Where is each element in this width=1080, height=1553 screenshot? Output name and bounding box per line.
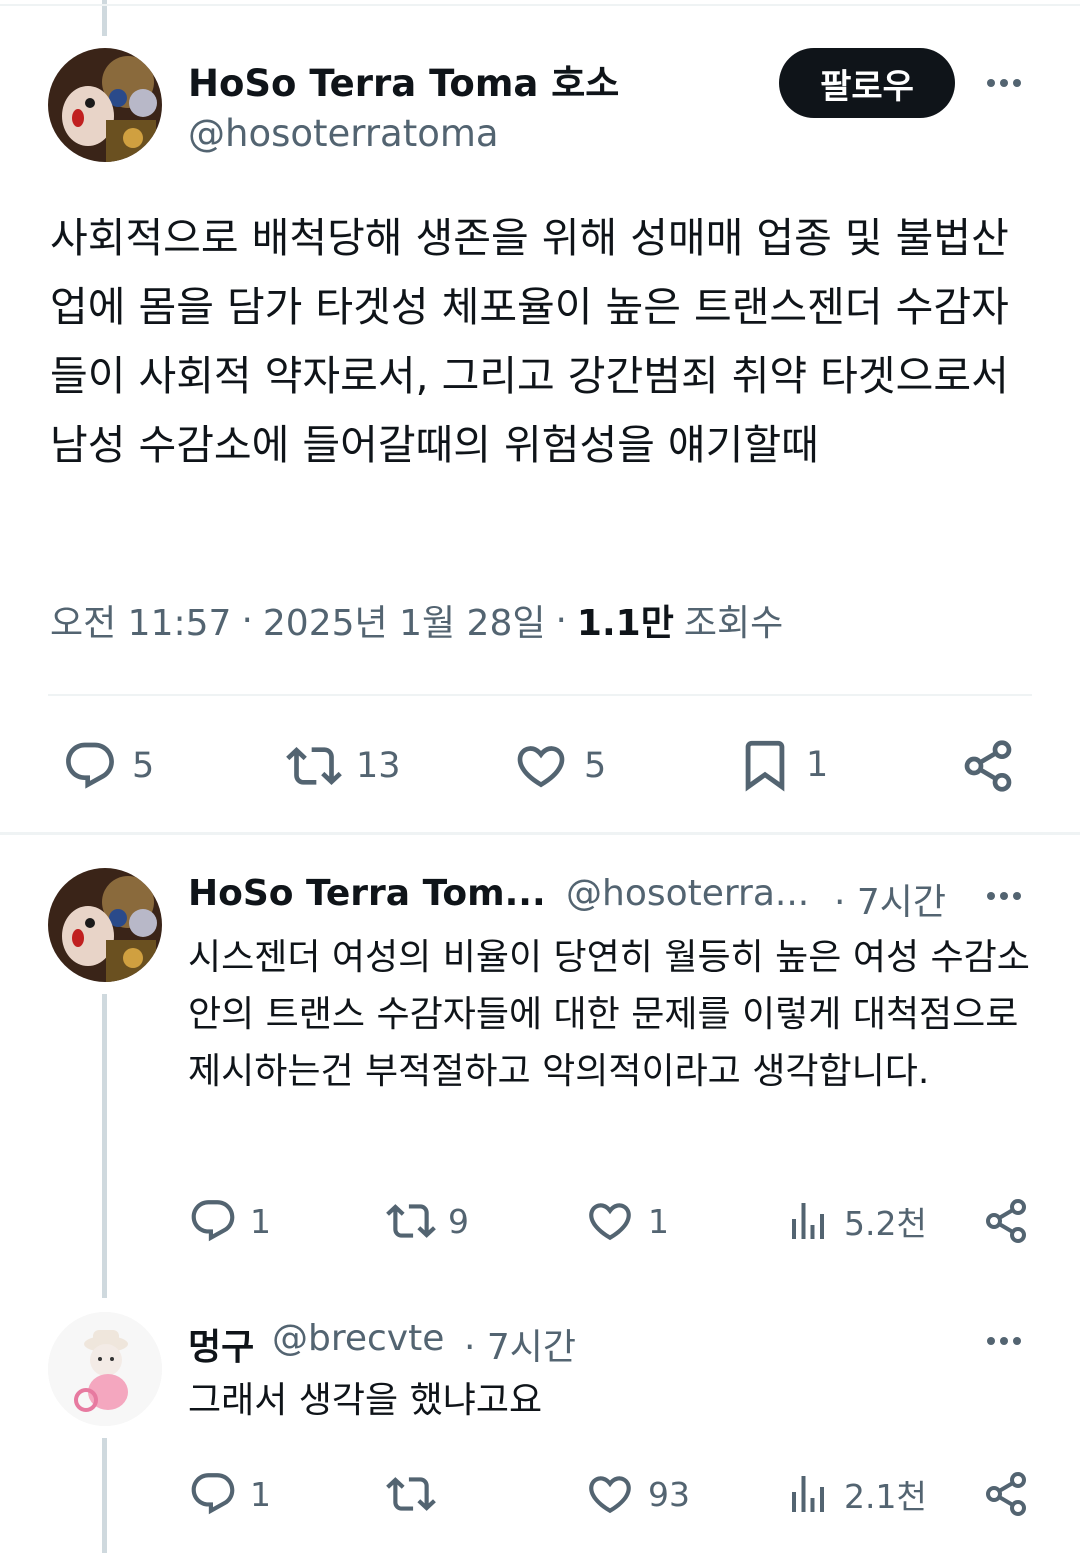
more-icon[interactable] bbox=[987, 892, 1021, 900]
retweet-button[interactable]: 13 bbox=[284, 738, 401, 794]
reply2-reply-count: 1 bbox=[250, 1474, 271, 1514]
avatar-image bbox=[48, 1312, 162, 1426]
top-divider bbox=[0, 4, 1080, 6]
section-divider bbox=[0, 832, 1080, 835]
share-button[interactable] bbox=[960, 738, 1016, 794]
like-icon bbox=[584, 1469, 636, 1519]
reply1-author-name[interactable]: HoSo Terra Tom... bbox=[188, 873, 546, 914]
more-icon[interactable] bbox=[987, 1337, 1021, 1345]
reply-icon bbox=[188, 1196, 238, 1246]
meta-separator: · bbox=[555, 599, 567, 641]
views-count: 1.1만 bbox=[576, 603, 674, 644]
tweet-meta: 오전 11:57 · 2025년 1월 28일 · 1.1만 조회수 bbox=[50, 594, 783, 646]
share-icon bbox=[960, 738, 1016, 794]
retweet-count: 13 bbox=[356, 746, 401, 786]
reply2-author-name[interactable]: 멍구 bbox=[188, 1318, 254, 1370]
reply1-text: 시스젠더 여성의 비율이 당연히 월등히 높은 여성 수감소안의 트랜스 수감자… bbox=[188, 937, 1030, 1092]
reply1-avatar[interactable] bbox=[48, 868, 162, 982]
reply2-reply-button[interactable]: 1 bbox=[188, 1469, 271, 1519]
reply1-share-button[interactable] bbox=[982, 1196, 1030, 1246]
reply-icon bbox=[62, 738, 118, 794]
views-icon bbox=[784, 1469, 832, 1519]
reply-icon bbox=[188, 1469, 238, 1519]
bookmark-button[interactable]: 1 bbox=[736, 736, 828, 794]
reply1-like-button[interactable]: 1 bbox=[584, 1196, 669, 1246]
retweet-icon bbox=[284, 738, 344, 794]
author-handle[interactable]: @hosoterratoma bbox=[188, 112, 499, 155]
more-icon[interactable] bbox=[987, 79, 1021, 87]
reply2-retweet-button[interactable] bbox=[384, 1469, 448, 1519]
reply-count: 5 bbox=[132, 746, 155, 786]
share-icon bbox=[982, 1196, 1030, 1246]
reply2-handle[interactable]: @brecvte bbox=[272, 1318, 444, 1359]
reply1-reply-button[interactable]: 1 bbox=[188, 1196, 271, 1246]
like-icon bbox=[584, 1196, 636, 1246]
reply2-text: 그래서 생각을 했냐고요 bbox=[188, 1380, 543, 1421]
reply2-avatar[interactable] bbox=[48, 1312, 162, 1426]
reply1-handle[interactable]: @hosoterra... bbox=[566, 873, 809, 914]
reply2-time[interactable]: · 7시간 bbox=[464, 1318, 576, 1370]
tweet-time[interactable]: 오전 11:57 bbox=[50, 594, 231, 646]
thread-line-reply2 bbox=[102, 1438, 107, 1553]
meta-separator: · bbox=[241, 599, 253, 641]
share-icon bbox=[982, 1469, 1030, 1519]
like-count: 5 bbox=[584, 746, 607, 786]
bookmark-count: 1 bbox=[806, 745, 829, 785]
tweet-text: 사회적으로 배척당해 생존을 위해 성매매 업종 및 불법산업에 몸을 담가 타… bbox=[50, 214, 1009, 469]
reply2-like-count: 93 bbox=[648, 1474, 690, 1514]
reply-button[interactable]: 5 bbox=[62, 738, 154, 794]
avatar[interactable] bbox=[48, 48, 162, 162]
reply1-retweet-button[interactable]: 9 bbox=[384, 1196, 469, 1246]
reply2-like-button[interactable]: 93 bbox=[584, 1469, 690, 1519]
bookmark-icon bbox=[736, 736, 794, 794]
reply1-time[interactable]: · 7시간 bbox=[834, 873, 946, 925]
retweet-icon bbox=[384, 1196, 438, 1246]
reply1-like-count: 1 bbox=[648, 1201, 669, 1241]
reply1-views-button[interactable]: 5.2천 bbox=[784, 1196, 927, 1246]
views-icon bbox=[784, 1196, 832, 1246]
tweet-date[interactable]: 2025년 1월 28일 bbox=[263, 594, 546, 646]
like-icon bbox=[512, 738, 570, 794]
retweet-icon bbox=[384, 1469, 438, 1519]
reply1-views-count: 5.2천 bbox=[844, 1204, 927, 1243]
views-label: 조회수 bbox=[683, 603, 784, 644]
meta-divider bbox=[48, 694, 1032, 696]
reply2-views-button[interactable]: 2.1천 bbox=[784, 1469, 927, 1519]
avatar-image bbox=[48, 868, 162, 982]
thread-line-reply1 bbox=[102, 994, 107, 1298]
follow-button[interactable]: 팔로우 bbox=[779, 48, 955, 118]
avatar-image bbox=[48, 48, 162, 162]
like-button[interactable]: 5 bbox=[512, 738, 606, 794]
reply1-retweet-count: 9 bbox=[448, 1201, 469, 1241]
author-name[interactable]: HoSo Terra Toma 호소 bbox=[188, 53, 619, 107]
reply1-reply-count: 1 bbox=[250, 1201, 271, 1241]
reply2-share-button[interactable] bbox=[982, 1469, 1030, 1519]
reply2-views-count: 2.1천 bbox=[844, 1477, 927, 1516]
